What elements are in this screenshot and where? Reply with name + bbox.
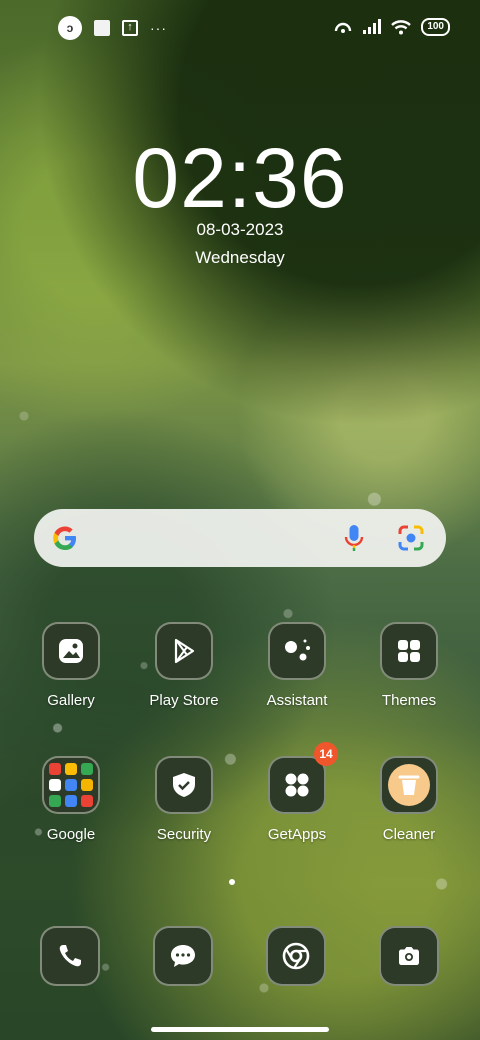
google-folder-icon [42, 756, 100, 814]
gallery-icon [42, 622, 100, 680]
google-search-bar[interactable] [34, 509, 446, 567]
messages-icon[interactable] [153, 926, 213, 986]
clock-day: Wednesday [195, 248, 285, 267]
app-label: Play Store [149, 692, 219, 709]
trash-icon [380, 756, 438, 814]
app-label: Google [46, 826, 96, 843]
square-notification-icon [94, 20, 110, 36]
assistant-icon [268, 622, 326, 680]
microphone-icon[interactable] [342, 523, 366, 553]
more-notifications-indicator: ··· [150, 20, 167, 36]
app-label: GetApps [267, 826, 327, 843]
wifi-icon [391, 20, 412, 35]
app-assistant[interactable]: Assistant [252, 622, 342, 709]
hotspot-icon [335, 22, 352, 33]
getapps-icon: 14 [268, 742, 338, 814]
app-getapps[interactable]: 14 GetApps [252, 742, 342, 843]
themes-icon [380, 622, 438, 680]
clock-time[interactable]: 02:36 [0, 130, 480, 227]
app-themes[interactable]: Themes [364, 622, 454, 709]
status-bar-left: ↄ ↑ ··· [58, 16, 167, 40]
status-bar: ↄ ↑ ··· 100 [0, 0, 480, 56]
app-label: Themes [381, 692, 437, 709]
upload-icon: ↑ [122, 20, 138, 36]
shield-icon [155, 756, 213, 814]
app-gallery[interactable]: Gallery [26, 622, 116, 709]
notification-badge: 14 [314, 742, 338, 766]
app-label: Security [156, 826, 212, 843]
google-lens-icon[interactable] [398, 525, 424, 551]
app-label: Gallery [47, 692, 95, 709]
phone-icon[interactable] [40, 926, 100, 986]
status-bar-right: 100 [333, 18, 450, 36]
chrome-icon[interactable] [266, 926, 326, 986]
home-gesture-bar[interactable] [151, 1027, 329, 1032]
notification-app-icon: ↄ [58, 16, 82, 40]
battery-icon: 100 [421, 18, 450, 36]
clock-date: 08-03-2023 [196, 220, 284, 239]
app-google-folder[interactable]: Google [26, 756, 116, 843]
google-logo-icon [53, 526, 76, 550]
app-security[interactable]: Security [139, 756, 229, 843]
play-store-icon [155, 622, 213, 680]
app-cleaner[interactable]: Cleaner [364, 756, 454, 843]
app-play-store[interactable]: Play Store [139, 622, 229, 709]
app-label: Assistant [266, 692, 328, 709]
camera-icon[interactable] [379, 926, 439, 986]
page-indicator[interactable] [229, 879, 235, 885]
app-label: Cleaner [382, 826, 436, 843]
signal-icon [363, 19, 382, 34]
